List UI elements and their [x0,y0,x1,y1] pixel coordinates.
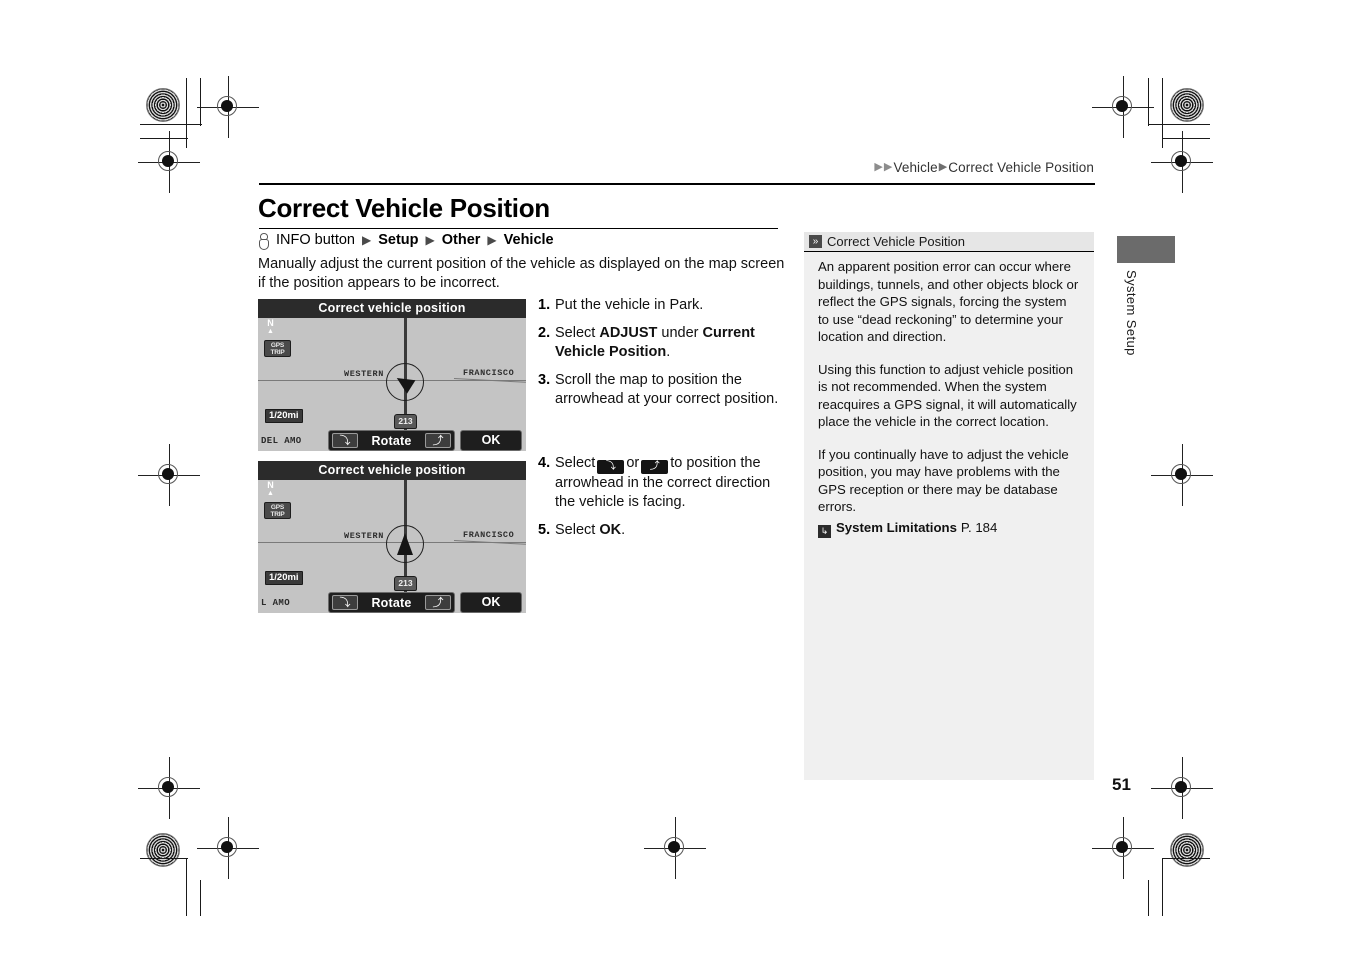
rotate-left-button-2[interactable]: ⤵ [332,595,358,610]
route-shield: 213 [394,414,417,429]
cross-reference[interactable]: ↳ System Limitations P. 184 [818,519,1080,538]
rotate-label-2: Rotate [371,595,412,610]
street-label-western: WESTERN [344,369,384,379]
sidebar-paragraph-1: An apparent position error can occur whe… [818,259,1079,344]
rotate-label: Rotate [371,433,412,448]
step-text: Select ADJUST under Current Vehicle Posi… [555,325,755,360]
street-label-western-2: WESTERN [344,531,384,541]
nav-path-arrow-3: ▶ [487,232,497,247]
rotate-control-group: ⤵ Rotate ⤴ [328,430,455,451]
nav-map-canvas-2[interactable]: WESTERN FRANCISCO 213 N ▲ GPS TRIP 1/20m… [258,480,526,613]
nav-path-info-button: INFO button [276,231,355,248]
cross-reference-title: System Limitations [836,519,957,535]
map-scale-indicator-2: 1/20mi [265,571,303,585]
navigation-path: INFO button ▶ Setup ▶ Other ▶ Vehicle [258,231,556,250]
gps-trip-badge-2: GPS TRIP [264,502,291,519]
jump-arrow-icon: ↳ [818,524,831,538]
step-number: 3. [538,372,551,388]
street-label-corner: DEL AMO [261,436,302,446]
map-scale-indicator: 1/20mi [265,409,303,423]
nav-path-arrow-1: ▶ [361,232,372,247]
side-tab-label: System Setup [1124,270,1139,356]
gps-badge-line2: TRIP [270,349,285,356]
rotate-right-button-2[interactable]: ⤴ [425,595,451,610]
nav-path-item-other: Other [441,231,481,248]
title-rule [259,228,778,230]
gps-badge-line1: GPS [270,342,285,349]
step-number: 2. [538,325,551,341]
cross-reference-page: P. 184 [960,519,998,535]
breadcrumb: ▶ ▶ Vehicle ▶ Correct Vehicle Position [874,160,1095,175]
list-item: 3. Scroll the map to position the arrowh… [538,371,788,409]
page-title: Correct Vehicle Position [258,193,550,223]
breadcrumb-current: Correct Vehicle Position [948,160,1094,175]
sidebar-note-panel: » Correct Vehicle Position An apparent p… [804,232,1094,780]
list-item: 4. Select ⤵ or ⤴ to position the arrowhead i… [538,454,788,512]
list-item: 2. Select ADJUST under Current Vehicle P… [538,324,788,362]
nav-map-canvas[interactable]: WESTERN FRANCISCO 213 N ▲ GPS TRIP 1/20m… [258,318,526,451]
gps-badge-line2-2: TRIP [270,511,285,518]
rotate-right-button[interactable]: ⤴ [425,433,451,448]
step-number: 5. [538,522,551,538]
nav-path-arrow-2: ▶ [425,232,435,247]
compass-north-icon: N ▲ [267,319,274,336]
list-item: 5. Select OK. [538,521,788,540]
breadcrumb-arrow-1: ▶ [874,161,883,173]
sidebar-rule [804,251,1094,253]
gps-trip-badge: GPS TRIP [264,340,291,357]
intro-paragraph: Manually adjust the current position of … [258,256,785,291]
gps-badge-line1-2: GPS [270,504,285,511]
route-shield-2: 213 [394,576,417,591]
step-number: 1. [538,297,551,313]
side-tab-block [1117,236,1175,263]
breadcrumb-arrow-3: ▶ [938,161,948,173]
breadcrumb-section: Vehicle [893,160,938,175]
sidebar-header: » Correct Vehicle Position [804,232,1094,251]
street-label-francisco: FRANCISCO [463,368,515,378]
page-number: 51 [1112,775,1131,794]
step-text: Select ⤵ or ⤴ to position the arrowhead in t… [555,455,771,510]
inline-rotate-right-icon: ⤴ [641,460,669,474]
compass-arrow-icon-2: ▲ [267,490,274,497]
steps-list-b: 4. Select ⤵ or ⤴ to position the arrowhead i… [538,454,788,549]
street-label-corner-2: L AMO [261,598,291,608]
sidebar-heading: Correct Vehicle Position [827,234,966,249]
step-text: Select OK. [555,522,626,538]
vehicle-arrowhead-2[interactable] [397,533,413,555]
info-button-icon [258,233,269,250]
breadcrumb-arrow-2: ▶ [883,161,893,173]
chevron-double-right-icon: » [809,235,822,248]
rotate-left-button[interactable]: ⤵ [332,433,358,448]
list-item: 1. Put the vehicle in Park. [538,296,788,315]
compass-north-icon-2: N ▲ [267,481,274,498]
street-label-francisco-2: FRANCISCO [463,530,515,540]
sidebar-paragraph-3: If you continually have to adjust the ve… [818,446,1069,515]
ok-button-2[interactable]: OK [460,592,522,613]
nav-path-item-setup: Setup [378,231,419,248]
nav-button-bar-2: ⤵ Rotate ⤴ OK [258,591,526,613]
step-text: Put the vehicle in Park. [555,297,704,313]
nav-screen-step4: Correct vehicle position WESTERN FRANCIS… [258,461,526,613]
manual-page: ▶ ▶ Vehicle ▶ Correct Vehicle Position C… [0,0,1350,954]
steps-list-a: 1. Put the vehicle in Park. 2. Select AD… [538,296,788,418]
nav-screen-titlebar: Correct vehicle position [258,299,526,318]
inline-rotate-left-icon: ⤵ [597,460,625,474]
step-text: Scroll the map to position the arrowhead… [555,372,779,407]
nav-path-item-vehicle: Vehicle [503,231,554,248]
compass-arrow-icon: ▲ [267,328,274,335]
ok-button[interactable]: OK [460,430,522,451]
nav-screen-step3: Correct vehicle position WESTERN FRANCIS… [258,299,526,451]
step-number: 4. [538,455,551,471]
header-rule [259,183,1095,185]
nav-screen-titlebar-2: Correct vehicle position [258,461,526,480]
rotate-control-group-2: ⤵ Rotate ⤴ [328,592,455,613]
sidebar-body: An apparent position error can occur whe… [818,258,1080,538]
sidebar-paragraph-2: Using this function to adjust vehicle po… [818,361,1077,430]
